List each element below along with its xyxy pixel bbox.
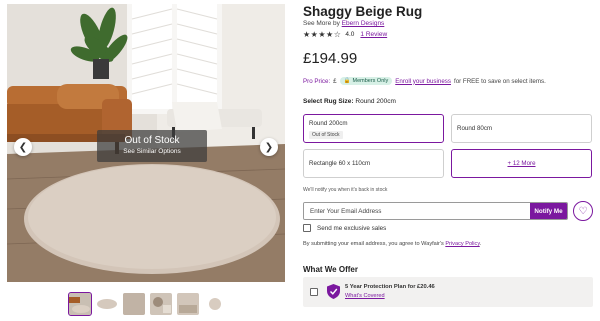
pro-suffix: for FREE to save on select items.: [453, 77, 546, 85]
consent-text: By submitting your email address, you ag…: [303, 241, 446, 247]
see-more-prefix: See More by: [303, 20, 342, 27]
size-option-label: Rectangle 60 x 110cm: [309, 160, 371, 167]
favorite-button[interactable]: ♡: [573, 201, 593, 221]
size-option-more[interactable]: + 12 More: [451, 149, 592, 178]
size-option-round-200[interactable]: Round 200cm Out of Stock: [303, 114, 444, 143]
chevron-left-icon: ❮: [18, 141, 28, 153]
rug-size-heading: Select Rug Size:: [303, 98, 354, 105]
enroll-business-link[interactable]: Enroll your business: [395, 78, 451, 85]
gallery-next-button[interactable]: ❯: [260, 138, 278, 156]
chevron-right-icon: ❯: [264, 141, 274, 153]
thumbnail-5[interactable]: [177, 293, 199, 315]
product-price: £194.99: [303, 50, 358, 67]
rating-row: ★★★★☆ 4.0 1 Review: [303, 30, 387, 39]
exclusive-sales-row[interactable]: Send me exclusive sales: [303, 224, 386, 232]
size-option-label: Round 80cm: [457, 125, 493, 132]
product-image-gallery[interactable]: Out of Stock See Similar Options ❮ ❯: [7, 4, 285, 282]
size-option-label: Round 200cm: [309, 120, 348, 127]
thumbnail-2[interactable]: [96, 293, 118, 315]
protection-plan-checkbox[interactable]: [310, 288, 318, 296]
rating-value: 4.0: [345, 31, 355, 38]
consent-end: .: [479, 241, 482, 247]
heart-icon: ♡: [578, 205, 588, 217]
size-option-round-80[interactable]: Round 80cm: [451, 114, 592, 143]
rug-size-label: Select Rug Size: Round 200cm: [303, 98, 396, 105]
pro-price-label: Pro Price:: [303, 77, 331, 85]
privacy-policy-link[interactable]: Privacy Policy: [445, 241, 479, 247]
members-only-text: Members Only: [352, 78, 389, 84]
out-of-stock-label: Out of Stock: [124, 135, 180, 146]
see-similar-link[interactable]: See Similar Options: [97, 147, 207, 157]
reviews-link[interactable]: 1 Review: [360, 31, 387, 38]
pro-price-row: Pro Price: £ 🔒 Members Only Enroll your b…: [303, 77, 546, 85]
star-rating-icon: ★★★★☆: [303, 30, 342, 39]
email-input[interactable]: [304, 203, 530, 219]
thumbnail-1[interactable]: [68, 292, 92, 316]
out-of-stock-tag: Out of Stock: [309, 131, 343, 139]
members-only-badge: 🔒 Members Only: [339, 77, 393, 85]
gallery-prev-button[interactable]: ❮: [14, 138, 32, 156]
exclusive-sales-label: Send me exclusive sales: [317, 224, 387, 232]
thumbnail-strip: [68, 292, 226, 317]
protection-plan-box[interactable]: 5 Year Protection Plan for £20.46 What's…: [303, 277, 593, 307]
rug-size-selected: Round 200cm: [353, 98, 396, 105]
see-more-by: See More by Ebern Designs: [303, 20, 384, 27]
product-title: Shaggy Beige Rug: [303, 4, 423, 19]
thumbnail-6[interactable]: [204, 293, 226, 315]
lock-icon: 🔒: [343, 78, 351, 84]
back-in-stock-notice: We'll notify you when it's back in stock: [303, 187, 388, 193]
notify-me-button[interactable]: Notify Me: [530, 203, 567, 219]
email-signup: Notify Me: [303, 202, 568, 220]
what-we-offer-heading: What We Offer: [303, 265, 358, 274]
pro-currency: £: [333, 77, 337, 85]
out-of-stock-overlay[interactable]: Out of Stock See Similar Options: [97, 130, 207, 162]
thumbnail-4[interactable]: [150, 293, 172, 315]
whats-covered-link[interactable]: What's Covered: [345, 293, 385, 299]
more-sizes-link[interactable]: + 12 More: [507, 160, 535, 167]
thumbnail-3[interactable]: [123, 293, 145, 315]
brand-link[interactable]: Ebern Designs: [342, 20, 385, 27]
privacy-consent-text: By submitting your email address, you ag…: [303, 241, 481, 247]
size-option-rectangle[interactable]: Rectangle 60 x 110cm: [303, 149, 444, 178]
shield-icon: [327, 284, 340, 299]
protection-plan-label: 5 Year Protection Plan for £20.46: [345, 284, 435, 290]
exclusive-sales-checkbox[interactable]: [303, 224, 311, 232]
